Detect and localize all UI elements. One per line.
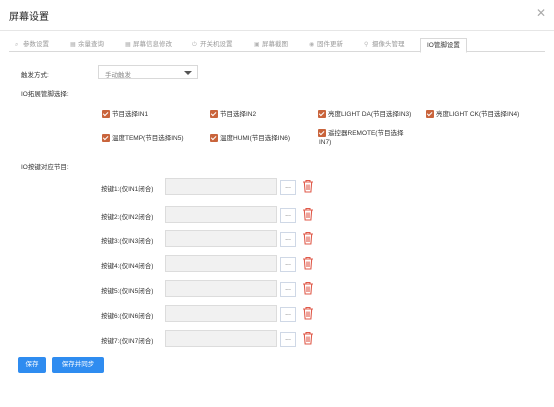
tab-param-settings[interactable]: ⌕ 参数设置 (15, 38, 49, 52)
checkbox-checked-icon (102, 110, 110, 118)
key-label: 按键3:(仅IN3闭合) (101, 238, 154, 245)
key-label: 按键1:(仅IN1闭合) (101, 186, 154, 193)
checkbox-checked-icon (426, 110, 434, 118)
key-program-input[interactable] (165, 206, 277, 223)
key-label: 按键7:(仅IN7闭合) (101, 338, 154, 345)
browse-button[interactable]: ... (280, 208, 296, 223)
tab-screenshot[interactable]: ▣ 屏幕截图 (254, 38, 288, 52)
tab-balance-query[interactable]: ▦ 余量查询 (70, 38, 104, 52)
trash-icon[interactable] (302, 281, 314, 295)
trash-icon[interactable] (302, 207, 314, 221)
trash-icon[interactable] (302, 179, 314, 193)
header-divider (0, 30, 554, 31)
key-program-input[interactable] (165, 255, 277, 272)
browse-button[interactable]: ... (280, 180, 296, 195)
tab-screen-info[interactable]: ▦ 屏幕信息修改 (125, 38, 172, 52)
checkbox-checked-icon (318, 110, 326, 118)
close-icon[interactable]: ✕ (535, 7, 547, 19)
dialog-header: 屏幕设置 ✕ (0, 0, 554, 30)
save-button[interactable]: 保存 (18, 357, 46, 373)
tab-camera-manage[interactable]: ⚲ 摄像头管理 (364, 38, 405, 52)
browse-button[interactable]: ... (280, 332, 296, 347)
keys-section-label: IO按键对应节目: (21, 164, 69, 171)
key-row-1: 按键1:(仅IN1闭合) ... (0, 178, 554, 196)
io-section-label: IO拓展管脚选择: (21, 91, 69, 98)
key-label: 按键4:(仅IN4闭合) (101, 263, 154, 270)
trash-icon[interactable] (302, 256, 314, 270)
trigger-label: 触发方式: (21, 72, 49, 79)
key-row-2: 按键2:(仅IN2闭合) ... (0, 206, 554, 224)
key-row-7: 按键7:(仅IN7闭合) ... (0, 330, 554, 348)
tab-firmware-update[interactable]: ◉ 固件更新 (309, 38, 343, 52)
browse-button[interactable]: ... (280, 232, 296, 247)
key-label: 按键2:(仅IN2闭合) (101, 214, 154, 221)
image-icon: ▣ (254, 42, 260, 48)
key-row-5: 按键5:(仅IN5闭合) ... (0, 280, 554, 298)
tab-bar: ⌕ 参数设置 ▦ 余量查询 ▦ 屏幕信息修改 ⏻ 开关机设置 ▣ 屏幕截图 ◉ 固件更新 ⚲… (9, 38, 545, 53)
trash-icon[interactable] (302, 231, 314, 245)
key-label: 按键6:(仅IN6闭合) (101, 313, 154, 320)
key-program-input[interactable] (165, 178, 277, 195)
trash-icon[interactable] (302, 331, 314, 345)
location-icon: ⚲ (364, 42, 369, 48)
save-and-sync-button[interactable]: 保存并同步 (52, 357, 104, 373)
checkbox-checked-icon (210, 134, 218, 142)
key-program-input[interactable] (165, 305, 277, 322)
tab-io-pin-settings[interactable]: IO管脚设置 (420, 38, 467, 53)
browse-button[interactable]: ... (280, 307, 296, 322)
key-label: 按键5:(仅IN5闭合) (101, 288, 154, 295)
disk-icon: ◉ (309, 42, 315, 48)
power-icon: ⏻ (192, 42, 197, 48)
tab-power-schedule[interactable]: ⏻ 开关机设置 (192, 38, 233, 52)
trigger-select[interactable]: 手动触发 (98, 65, 198, 79)
key-row-3: 按键3:(仅IN3闭合) ... (0, 230, 554, 248)
dialog-title: 屏幕设置 (9, 12, 49, 23)
grid-icon: ▦ (70, 42, 76, 48)
trigger-select-value: 手动触发 (105, 72, 131, 79)
key-row-4: 按键4:(仅IN4闭合) ... (0, 255, 554, 273)
checkbox-checked-icon (318, 129, 326, 137)
grid-icon: ▦ (125, 42, 131, 48)
key-program-input[interactable] (165, 230, 277, 247)
chevron-down-icon (184, 71, 192, 75)
checkbox-checked-icon (210, 110, 218, 118)
key-program-input[interactable] (165, 280, 277, 297)
browse-button[interactable]: ... (280, 282, 296, 297)
browse-button[interactable]: ... (280, 257, 296, 272)
key-program-input[interactable] (165, 330, 277, 347)
trash-icon[interactable] (302, 306, 314, 320)
checkbox-checked-icon (102, 134, 110, 142)
key-row-6: 按键6:(仅IN6闭合) ... (0, 305, 554, 323)
search-icon: ⌕ (15, 42, 19, 48)
